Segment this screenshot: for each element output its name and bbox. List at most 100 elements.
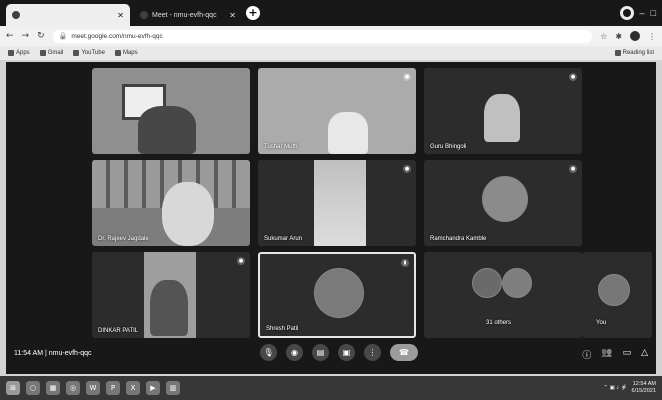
forward-icon[interactable]: →: [22, 31, 30, 41]
word-icon[interactable]: W: [86, 381, 100, 395]
bookmark-label: Maps: [122, 50, 138, 56]
bookmarks-bar: Apps Gmail YouTube Maps Reading list: [0, 46, 662, 60]
url-text: meet.google.com/nmu-evfh-qqc: [71, 32, 163, 40]
tray-icons[interactable]: ⌃ ▣ ♪ ⚡: [604, 385, 628, 391]
participant-video: [138, 106, 196, 154]
youtube-icon: [73, 50, 80, 56]
others-avatar: [472, 268, 502, 298]
self-label: You: [596, 320, 607, 326]
new-tab-button[interactable]: +: [246, 6, 260, 20]
search-icon[interactable]: ○: [26, 381, 40, 395]
meeting-controls: 🎙 ◉ ▤ ▣ ⋮ ☎: [260, 344, 418, 361]
meet-grid: ● Tushar Muth ● Guru Bhingoli Dr. Rajeev…: [6, 62, 656, 374]
tab-title: Meet - nmu-evfh-qqc: [152, 11, 217, 19]
reload-icon[interactable]: ↻: [37, 31, 45, 41]
participant-person: [150, 280, 188, 336]
clock-time: 12:54 AM: [632, 381, 656, 387]
end-call-icon[interactable]: ☎: [390, 344, 418, 361]
media-icon[interactable]: ▶: [146, 381, 160, 395]
maps-icon: [114, 50, 121, 56]
clock-date: 6/15/2021: [631, 388, 656, 394]
mic-off-icon: ●: [569, 165, 577, 173]
participant-avatar: [482, 176, 528, 222]
participant-video: [162, 182, 214, 246]
minimize-icon[interactable]: –: [640, 8, 645, 18]
bookmark-youtube[interactable]: YouTube: [73, 50, 105, 56]
bookmark-label: Apps: [16, 50, 30, 56]
mic-off-icon: ●: [569, 73, 577, 81]
meet-favicon-icon: [140, 11, 148, 19]
maximize-icon[interactable]: □: [651, 8, 656, 18]
profile-icon[interactable]: [619, 6, 634, 20]
mic-icon[interactable]: 🎙: [260, 344, 277, 361]
participant-tile[interactable]: ● DINKAR PATIL: [92, 252, 250, 338]
start-icon[interactable]: ⊞: [6, 381, 20, 395]
bookmark-label: YouTube: [81, 50, 105, 56]
participant-video: [328, 112, 368, 154]
meeting-side-controls: ⓘ 👥 ▭ △: [582, 348, 648, 361]
gmail-icon: [39, 50, 46, 56]
participant-video: [314, 160, 366, 246]
close-tab-icon[interactable]: ✕: [117, 11, 124, 20]
bookmark-gmail[interactable]: Gmail: [39, 50, 64, 56]
participant-name: Guru Bhingoli: [430, 144, 467, 150]
folder-icon[interactable]: ▥: [166, 381, 180, 395]
screenshot: ✕ Meet - nmu-evfh-qqc ✕ + – □ ← → ↻ 🔒 me…: [0, 0, 662, 400]
camera-icon[interactable]: ◉: [286, 344, 303, 361]
browser-tab-bar: ✕ Meet - nmu-evfh-qqc ✕ + – □: [0, 0, 662, 26]
powerpoint-icon[interactable]: P: [106, 381, 120, 395]
mic-off-icon: ●: [403, 73, 411, 81]
participant-tile[interactable]: ● Tushar Muth: [258, 68, 416, 154]
present-icon[interactable]: ▣: [338, 344, 355, 361]
activities-icon[interactable]: △: [641, 348, 648, 361]
bookmark-label: Gmail: [47, 50, 64, 56]
window-controls: – □: [619, 6, 656, 20]
chrome-icon[interactable]: ◎: [66, 381, 80, 395]
windows-taskbar: ⊞ ○ ▦ ◎ W P X ▶ ▥ ⌃ ▣ ♪ ⚡ 12:54 AM 6/15/…: [0, 376, 662, 400]
self-tile[interactable]: You: [582, 252, 652, 338]
others-tile[interactable]: 31 others: [424, 252, 582, 338]
self-avatar: [598, 274, 630, 306]
participant-tile[interactable]: Dr. Rajeev Jagdale: [92, 160, 250, 246]
extensions-icon[interactable]: ✱: [615, 32, 622, 41]
captions-icon[interactable]: ▤: [312, 344, 329, 361]
participant-tile[interactable]: ● Guru Bhingoli: [424, 68, 582, 154]
lock-icon: 🔒: [58, 33, 68, 40]
participant-tile[interactable]: ● Ramchandra Kamble: [424, 160, 582, 246]
browser-toolbar: ← → ↻ 🔒 meet.google.com/nmu-evfh-qqc ☆ ✱…: [0, 26, 662, 46]
tab-active[interactable]: ✕: [6, 4, 130, 26]
participant-avatar: [314, 268, 364, 318]
tab-favicon-icon: [12, 11, 20, 19]
others-avatar: [502, 268, 532, 298]
excel-icon[interactable]: X: [126, 381, 140, 395]
reading-list[interactable]: Reading list: [614, 50, 654, 56]
back-icon[interactable]: ←: [6, 31, 14, 41]
file-explorer-icon[interactable]: ▦: [46, 381, 60, 395]
participant-video: [484, 94, 520, 142]
system-clock[interactable]: 12:54 AM 6/15/2021: [632, 381, 656, 395]
info-icon[interactable]: ⓘ: [582, 348, 591, 361]
people-icon[interactable]: 👥: [601, 348, 612, 361]
participant-tile[interactable]: [92, 68, 250, 154]
address-bar[interactable]: 🔒 meet.google.com/nmu-evfh-qqc: [52, 29, 593, 43]
account-avatar[interactable]: [630, 31, 641, 41]
system-tray: ⌃ ▣ ♪ ⚡ 12:54 AM 6/15/2021: [604, 381, 656, 395]
participant-name: Shresh Patil: [266, 326, 299, 332]
mic-off-icon: ●: [403, 165, 411, 173]
menu-icon[interactable]: ⋮: [648, 32, 656, 41]
participant-name: Ramchandra Kamble: [430, 236, 487, 242]
chat-icon[interactable]: ▭: [623, 348, 632, 361]
participant-tile-speaking[interactable]: ▮ Shresh Patil: [258, 252, 416, 338]
speaking-icon: ▮: [401, 259, 409, 267]
bookmark-apps[interactable]: Apps: [8, 50, 30, 56]
tab-meet[interactable]: Meet - nmu-evfh-qqc ✕: [134, 4, 242, 26]
participant-tile[interactable]: ● Sukumar Arun: [258, 160, 416, 246]
others-label: 31 others: [486, 320, 512, 326]
bookmark-maps[interactable]: Maps: [114, 50, 138, 56]
close-tab-icon[interactable]: ✕: [229, 11, 236, 20]
bookmark-star-icon[interactable]: ☆: [600, 32, 607, 41]
reading-list-label: Reading list: [622, 50, 654, 56]
participant-name: Dr. Rajeev Jagdale: [98, 236, 149, 242]
more-icon[interactable]: ⋮: [364, 344, 381, 361]
reading-list-icon: [614, 50, 621, 56]
